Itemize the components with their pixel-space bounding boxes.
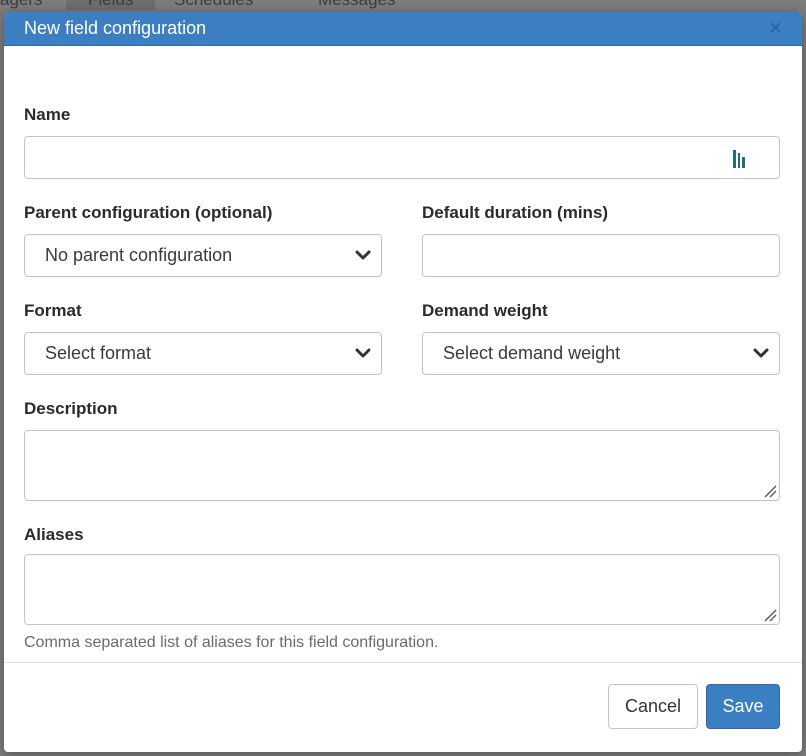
- name-input[interactable]: [25, 137, 779, 178]
- name-label: Name: [24, 105, 71, 124]
- parent-configuration-selected: No parent configuration: [45, 245, 233, 265]
- resize-grip-icon[interactable]: [763, 608, 777, 622]
- resize-grip-icon[interactable]: [763, 484, 777, 498]
- background-tab: agers: [0, 0, 43, 10]
- chevron-down-icon: [753, 348, 769, 358]
- description-textarea[interactable]: [24, 430, 780, 501]
- format-selected: Select format: [45, 343, 152, 363]
- close-icon[interactable]: ×: [769, 16, 782, 40]
- default-duration-input[interactable]: [423, 235, 779, 276]
- chevron-down-icon: [355, 348, 371, 358]
- modal-header: New field configuration ×: [4, 12, 802, 46]
- modal-title: New field configuration: [24, 18, 207, 38]
- save-button[interactable]: Save: [706, 684, 780, 729]
- chevron-down-icon: [355, 250, 371, 260]
- aliases-help-text: Comma separated list of aliases for this…: [24, 634, 439, 651]
- default-duration-label: Default duration (mins): [422, 203, 609, 222]
- background-tab: Messages: [318, 0, 395, 10]
- background-tab: Schedules: [174, 0, 253, 10]
- demand-weight-label: Demand weight: [422, 301, 548, 320]
- format-label: Format: [24, 301, 82, 320]
- background-tab-active: Fields: [66, 0, 156, 10]
- password-manager-icon[interactable]: [731, 149, 749, 169]
- name-field-wrapper: [24, 136, 780, 179]
- default-duration-field-wrapper: [422, 234, 780, 277]
- aliases-label: Aliases: [24, 525, 84, 544]
- demand-weight-selected: Select demand weight: [443, 343, 621, 363]
- background-tabs: agers Fields Schedules Messages: [0, 0, 806, 12]
- cancel-button[interactable]: Cancel: [608, 684, 698, 729]
- new-field-configuration-dialog: New field configuration × Name Parent co…: [4, 12, 802, 752]
- demand-weight-select[interactable]: Select demand weight: [422, 332, 780, 375]
- format-select[interactable]: Select format: [24, 332, 382, 375]
- parent-configuration-label: Parent configuration (optional): [24, 203, 273, 222]
- description-label: Description: [24, 399, 118, 418]
- footer-divider: [4, 662, 802, 663]
- parent-configuration-select[interactable]: No parent configuration: [24, 234, 382, 277]
- aliases-textarea[interactable]: [24, 554, 780, 625]
